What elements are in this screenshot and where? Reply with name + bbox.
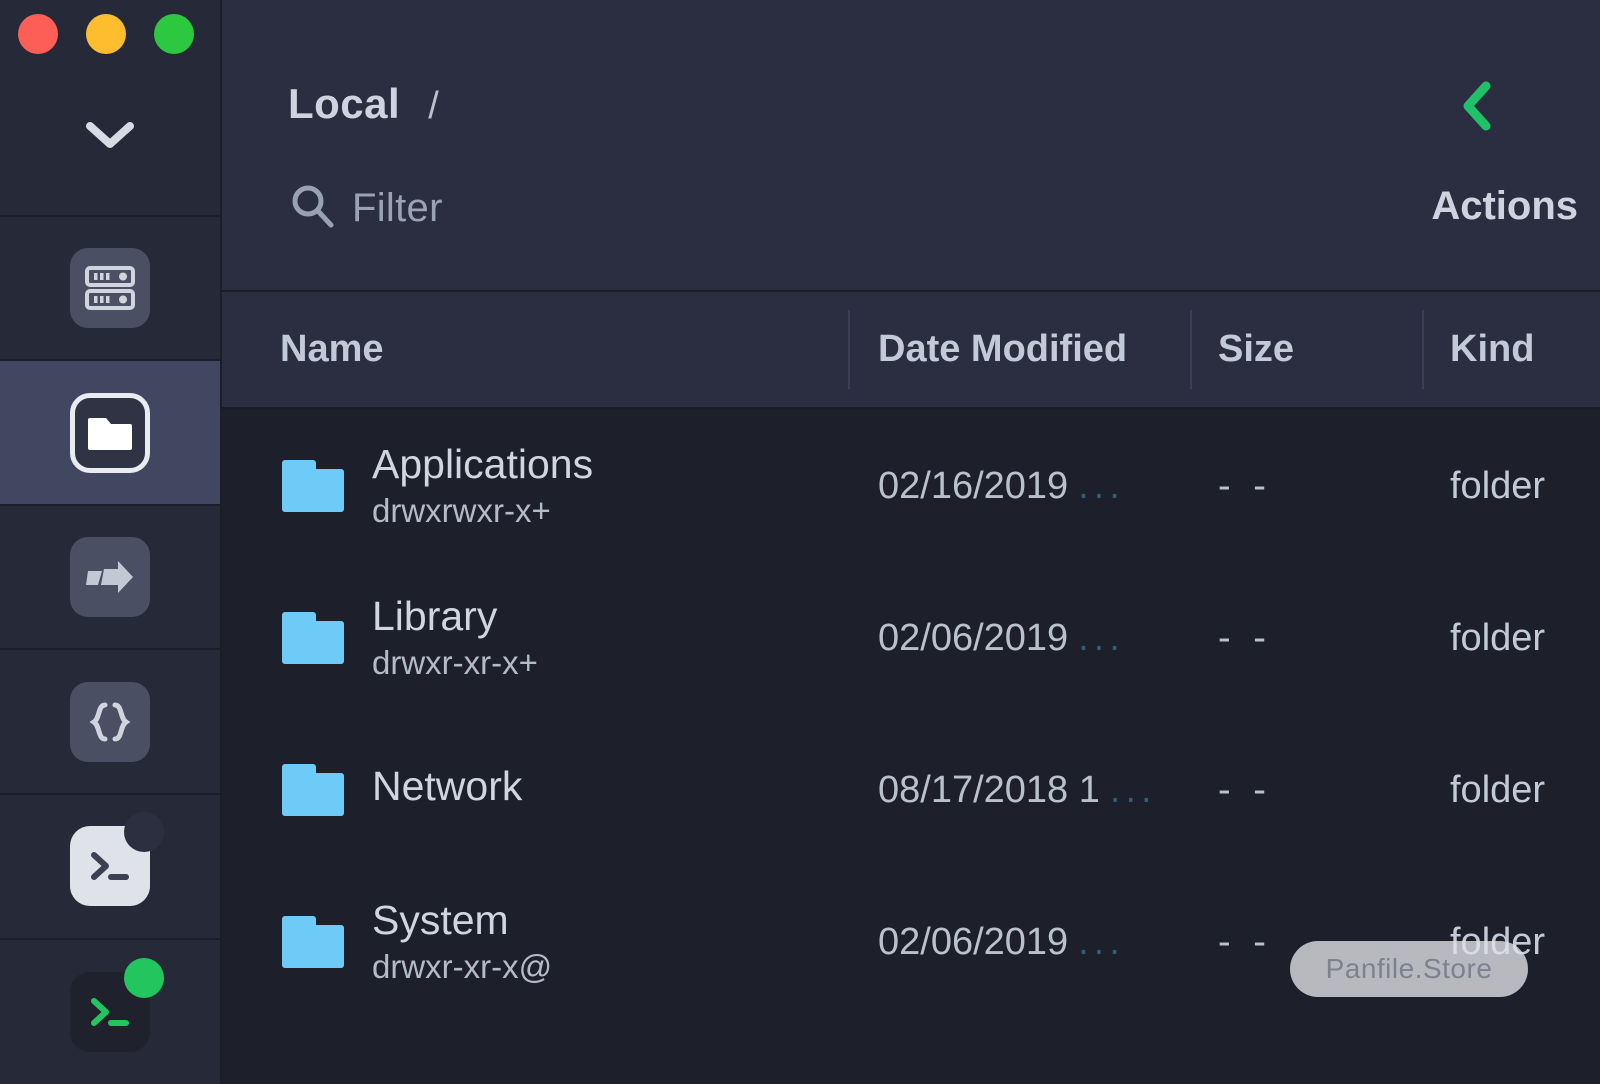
file-name-cell[interactable]: Applications drwxrwxr-x+ (282, 441, 594, 529)
table-row[interactable]: Network 08/17/2018 1... - - folder (222, 714, 1600, 866)
sidebar-item-session[interactable] (0, 940, 220, 1084)
sidebar-item-terminal[interactable] (0, 795, 220, 940)
sidebar-item-servers[interactable] (0, 217, 220, 362)
file-name: System (372, 897, 509, 944)
zoom-button[interactable] (154, 14, 194, 54)
file-size: - - (1218, 616, 1272, 659)
table-header: Name Date Modified Size Kind (222, 292, 1600, 410)
window-controls-zone (0, 0, 220, 217)
chevron-left-icon[interactable] (1456, 78, 1500, 139)
folder-icon (282, 915, 344, 968)
terminal-badge (124, 812, 164, 853)
file-name-cell[interactable]: Network (282, 764, 522, 816)
file-name: Network (372, 762, 523, 809)
date-truncation-ellipsis: ... (1078, 920, 1125, 963)
filter-field[interactable]: Filter (288, 182, 443, 235)
terminal-icon (70, 812, 164, 907)
file-permissions: drwxr-xr-x+ (372, 643, 538, 681)
column-header-size[interactable]: Size (1218, 328, 1294, 371)
file-date: 08/17/2018 1... (878, 768, 1157, 811)
file-kind: folder (1450, 768, 1546, 811)
column-header-date[interactable]: Date Modified (878, 328, 1127, 371)
folder-icon (282, 611, 344, 664)
column-divider[interactable] (848, 310, 850, 389)
file-kind: folder (1450, 464, 1546, 507)
actions-button[interactable]: Actions (1431, 184, 1578, 229)
minimize-button[interactable] (86, 14, 126, 54)
search-icon (288, 182, 336, 235)
column-header-kind[interactable]: Kind (1450, 328, 1534, 371)
file-date: 02/06/2019... (878, 920, 1125, 963)
column-header-name[interactable]: Name (280, 328, 384, 371)
file-name-cell[interactable]: Library drwxr-xr-x+ (282, 593, 538, 681)
server-icon (70, 248, 150, 329)
sidebar (0, 0, 222, 1084)
file-size: - - (1218, 920, 1272, 963)
file-date: 02/06/2019... (878, 616, 1125, 659)
folder-icon (282, 764, 344, 816)
table-row[interactable]: Applications drwxrwxr-x+ 02/16/2019... -… (222, 410, 1600, 562)
date-truncation-ellipsis: ... (1078, 464, 1125, 507)
breadcrumb-root[interactable]: Local (288, 80, 400, 128)
date-truncation-ellipsis: ... (1078, 616, 1125, 659)
code-braces-icon (70, 681, 150, 762)
terminal-active-icon (70, 957, 164, 1052)
file-permissions: drwxrwxr-x+ (372, 491, 551, 529)
app-window: Local / Filter Actions Name Date Modifie… (0, 0, 1600, 1084)
file-name: Library (372, 593, 498, 640)
transfers-arrow-icon (70, 537, 150, 618)
sidebar-item-transfers[interactable] (0, 506, 220, 651)
column-divider[interactable] (1190, 310, 1192, 389)
file-size: - - (1218, 768, 1272, 811)
file-permissions: drwxr-xr-x@ (372, 947, 553, 985)
breadcrumb-separator: / (428, 85, 439, 127)
sidebar-item-files[interactable] (0, 361, 220, 506)
file-date: 02/16/2019... (878, 464, 1125, 507)
file-size: - - (1218, 464, 1272, 507)
sidebar-item-code[interactable] (0, 650, 220, 795)
column-divider[interactable] (1422, 310, 1424, 389)
folder-icon (282, 459, 344, 512)
file-kind: folder (1450, 616, 1546, 659)
table-row[interactable]: Library drwxr-xr-x+ 02/06/2019... - - fo… (222, 562, 1600, 714)
file-name-cell[interactable]: System drwxr-xr-x@ (282, 897, 553, 985)
main-panel: Local / Filter Actions Name Date Modifie… (222, 0, 1600, 1084)
toolbar: Local / Filter Actions (222, 0, 1600, 292)
close-button[interactable] (18, 14, 58, 54)
file-name: Applications (372, 441, 594, 488)
date-truncation-ellipsis: ... (1109, 768, 1157, 811)
chevron-down-icon[interactable] (0, 108, 220, 162)
session-active-badge (124, 957, 164, 998)
filter-placeholder: Filter (352, 186, 443, 230)
breadcrumb: Local / (288, 80, 439, 128)
folder-icon (70, 392, 150, 473)
traffic-lights (18, 14, 194, 54)
watermark-badge: Panfile.Store (1290, 941, 1528, 997)
